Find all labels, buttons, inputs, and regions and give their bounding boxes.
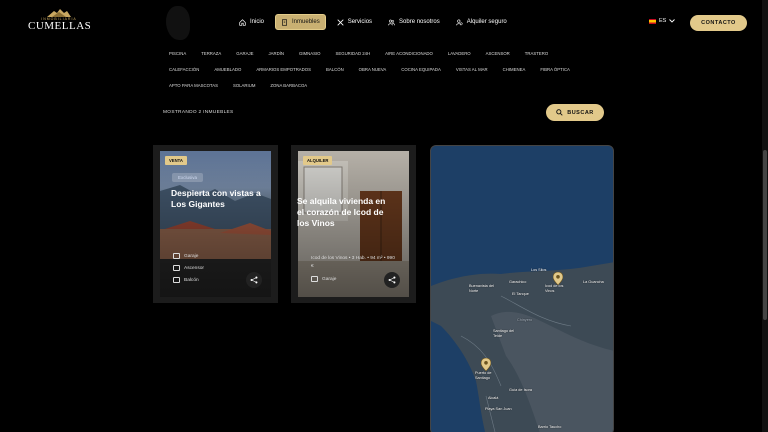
map-label: Guía de Isora [509, 388, 533, 392]
filter-balcon[interactable]: BALCÓN [326, 67, 344, 72]
feature-item: Balcón [173, 277, 199, 283]
nav-label: Inicio [250, 19, 265, 25]
filter-lavadero[interactable]: LAVADERO [448, 51, 471, 56]
filter-obra-nueva[interactable]: OBRA NUEVA [359, 67, 387, 72]
home-icon [239, 18, 246, 26]
feature-label: Garaje [184, 253, 199, 259]
filter-aire[interactable]: AIRE ACONDICIONADO [385, 51, 433, 56]
map-panel[interactable]: Garachico El Tanque Buenavista del Norte… [430, 145, 614, 432]
share-button[interactable] [384, 272, 400, 288]
feature-item: Garaje [173, 253, 198, 259]
logo[interactable]: INMOBILIARIA CUMELLAS [28, 8, 92, 38]
map-label: El Tanque [512, 292, 529, 296]
nav-label: Alquiler seguro [466, 19, 507, 25]
map-label: Alcalá [488, 396, 499, 400]
map-label: Santiago del Teide [493, 329, 515, 338]
status-badge: VENTA [165, 156, 187, 165]
map-label: Playa San Juan [485, 407, 512, 411]
contact-button[interactable]: CONTACTO [690, 15, 747, 31]
language-selector[interactable]: ES [649, 18, 676, 24]
feature-label: Balcón [184, 277, 199, 283]
map-label: Icod de los Vinos [545, 284, 564, 293]
map-label: Puerto de Santiago [475, 371, 492, 380]
map-label: La Guancha [583, 280, 604, 284]
property-summary: Icod de los Vinos • 3 Hab. • 94 m² • 990… [311, 256, 395, 269]
filter-piscina[interactable]: PISCINA [169, 51, 186, 56]
filter-barbacoa[interactable]: ZONA BARBACOA [270, 83, 307, 88]
exclusive-tag: Exclusiva [172, 173, 204, 182]
feature-item: Ascensor [173, 265, 204, 271]
spain-flag-icon [649, 18, 656, 24]
share-button[interactable] [246, 272, 262, 288]
filter-fibra[interactable]: FIBRA ÓPTICA [540, 67, 570, 72]
property-title[interactable]: Se alquila vivienda en el corazón de Ico… [297, 196, 387, 229]
tools-icon [337, 18, 344, 26]
property-title[interactable]: Despierta con vistas a Los Gigantes [171, 188, 261, 210]
filter-amueblado[interactable]: AMUEBLADO [214, 67, 241, 72]
nav-item-inicio[interactable]: Inicio [234, 14, 269, 30]
search-icon [556, 109, 563, 116]
chevron-down-icon [669, 19, 676, 23]
map-pin-icon[interactable] [553, 272, 563, 285]
scrollbar-thumb[interactable] [763, 150, 767, 320]
page-scrollbar[interactable] [762, 0, 768, 432]
filter-terraza[interactable]: TERRAZA [201, 51, 221, 56]
nav-label: Sobre nosotros [399, 19, 440, 25]
map-pin-icon[interactable] [481, 358, 491, 371]
garage-icon [311, 276, 318, 282]
shield-user-icon [455, 19, 463, 25]
status-badge: ALQUILER [303, 156, 333, 165]
filter-calefaccion[interactable]: CALEFACCIÓN [169, 67, 199, 72]
search-label: BUSCAR [567, 109, 594, 116]
filter-row-2: CALEFACCIÓN AMUEBLADO ARMARIOS EMPOTRADO… [169, 67, 570, 72]
filter-chimenea[interactable]: CHIMENEA [503, 67, 526, 72]
search-button[interactable]: BUSCAR [546, 104, 604, 121]
nav-label: Inmuebles [292, 19, 320, 25]
feature-label: Ascensor [184, 265, 204, 271]
filter-gimnasio[interactable]: GIMNASIO [299, 51, 321, 56]
feature-item: Garaje [311, 276, 336, 282]
nav-label: Servicios [347, 19, 373, 25]
garage-icon [173, 253, 180, 259]
map-label: Garachico [509, 280, 527, 284]
filter-row-3: APTO PARA MASCOTAS SOLARIUM ZONA BARBACO… [169, 83, 307, 88]
people-icon [388, 19, 395, 25]
filter-garaje[interactable]: GARAJE [236, 51, 253, 56]
nav-item-inmuebles[interactable]: Inmuebles [275, 14, 326, 30]
filter-armarios[interactable]: ARMARIOS EMPOTRADOS [256, 67, 311, 72]
filter-solarium[interactable]: SOLARIUM [233, 83, 255, 88]
main-nav: Inicio Inmuebles Servicios Sobre nosotro… [234, 14, 512, 30]
filter-jardin[interactable]: JARDÍN [268, 51, 284, 56]
filter-mascotas[interactable]: APTO PARA MASCOTAS [169, 83, 218, 88]
results-count: MOSTRANDO 2 INMUEBLES [163, 110, 234, 115]
map-label: Chinyero [517, 318, 533, 322]
share-icon [388, 276, 396, 284]
building-icon [282, 18, 287, 26]
map-label: Buenavista del Norte [469, 284, 494, 293]
feature-label: Garaje [322, 276, 337, 282]
decorative-shape [166, 6, 190, 40]
elevator-icon [173, 265, 180, 271]
filter-vistas-mar[interactable]: VISTAS AL MAR [456, 67, 488, 72]
nav-item-servicios[interactable]: Servicios [332, 14, 377, 30]
balcony-icon [173, 277, 180, 283]
language-code: ES [659, 18, 667, 24]
nav-item-alquiler-seguro[interactable]: Alquiler seguro [451, 14, 512, 30]
nav-item-sobre-nosotros[interactable]: Sobre nosotros [383, 14, 445, 30]
map-label: Barrio Taucho [538, 425, 562, 429]
filter-trastero[interactable]: TRASTERO [525, 51, 548, 56]
filter-cocina[interactable]: COCINA EQUIPADA [401, 67, 441, 72]
map-label: Los Silos [531, 268, 547, 272]
filter-seguridad[interactable]: SEGURIDAD 24H [336, 51, 371, 56]
filter-ascensor[interactable]: ASCENSOR [486, 51, 510, 56]
logo-name: CUMELLAS [28, 20, 92, 32]
filter-row-1: PISCINA TERRAZA GARAJE JARDÍN GIMNASIO S… [169, 51, 548, 56]
share-icon [250, 276, 258, 284]
